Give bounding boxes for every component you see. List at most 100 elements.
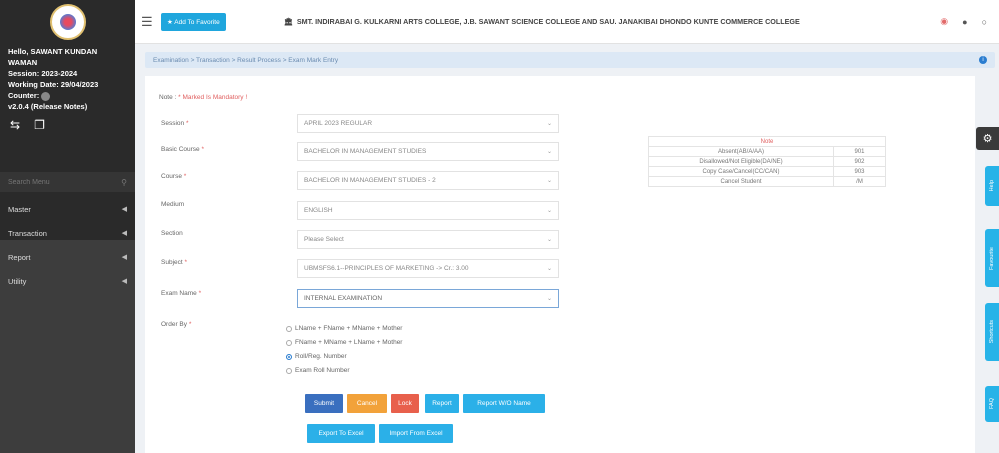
table-row: Absent(AB/A/AA) 901 — [648, 146, 886, 157]
medium-select[interactable]: ENGLISH ⌄ — [297, 201, 559, 220]
radio-button-selected[interactable] — [286, 353, 292, 360]
institution-icon: 🏛 — [283, 17, 293, 26]
radio-button[interactable] — [286, 339, 292, 346]
info-icon[interactable]: i — [979, 56, 987, 64]
sidebar-item-label: Utility — [8, 276, 27, 286]
session-select[interactable]: APRIL 2023 REGULAR ⌄ — [297, 114, 559, 133]
radio-label: Roll/Reg. Number — [295, 353, 347, 360]
section-select[interactable]: Please Select ⌄ — [297, 230, 559, 249]
report-button[interactable]: Report — [425, 394, 459, 413]
exam-mark-entry-panel: Note : * Marked Is Mandatory ! Session *… — [145, 76, 975, 453]
note-label: Absent(AB/A/AA) — [648, 146, 834, 157]
search-icon[interactable]: ⚲ — [121, 178, 127, 187]
note-code: 903 — [833, 166, 886, 177]
exam-name-select[interactable]: INTERNAL EXAMINATION ⌄ — [297, 289, 559, 308]
medium-label: Medium — [161, 201, 185, 208]
export-excel-button[interactable]: Export To Excel — [307, 424, 375, 443]
sidebar-item-label: Master — [8, 204, 31, 214]
shortcuts-tab[interactable]: Shortcuts — [985, 303, 999, 361]
breadcrumb: Examination > Transaction > Result Proce… — [145, 52, 995, 68]
basic-course-select[interactable]: BACHELOR IN MANAGEMENT STUDIES ⌄ — [297, 142, 559, 161]
settings-gear-icon[interactable]: ⚙ — [976, 127, 999, 150]
sidebar-item-master[interactable]: Master ◀ — [0, 197, 135, 221]
search-menu-input[interactable] — [8, 178, 108, 186]
chevron-down-icon: ⌄ — [546, 208, 552, 214]
shortcuts-tab-label: Shortcuts — [989, 320, 995, 344]
add-favorite-button[interactable]: ★ Add To Favorite — [161, 12, 226, 31]
faq-tab[interactable]: FAQ — [985, 386, 999, 422]
course-value: BACHELOR IN MANAGEMENT STUDIES - 2 — [304, 177, 436, 184]
sidebar-item-transaction[interactable]: Transaction ◀ — [0, 221, 135, 245]
refresh-icon[interactable]: ⇆ — [10, 118, 20, 132]
radio-label: Exam Roll Number — [295, 367, 350, 374]
course-label: Course * — [161, 173, 187, 180]
note-label: Copy Case/Cancel(CC/CAN) — [648, 166, 834, 177]
college-name: 🏛 SMT. INDIRABAI G. KULKARNI ARTS COLLEGE… — [284, 17, 800, 26]
caret-left-icon: ◀ — [121, 206, 127, 213]
help-tab[interactable]: Help — [985, 166, 999, 206]
table-row: Disallowed/Not Eligible(DA/NE) 902 — [648, 156, 886, 167]
mandatory-note: Note : * Marked Is Mandatory ! — [159, 94, 247, 101]
subject-select[interactable]: UBMSFS6.1--PRINCIPLES OF MARKETING -> Cr… — [297, 259, 559, 278]
table-row: Cancel Student/M — [648, 176, 886, 187]
caret-left-icon: ◀ — [121, 230, 127, 237]
submit-button[interactable]: Submit — [305, 394, 343, 413]
sidebar-item-utility[interactable]: Utility ◀ — [0, 269, 135, 293]
home-icon[interactable]: ● — [962, 17, 967, 27]
medium-value: ENGLISH — [304, 207, 333, 214]
hamburger-menu-icon[interactable]: ☰ — [141, 14, 155, 30]
note-label: Disallowed/Not Eligible(DA/NE) — [648, 156, 834, 167]
sidebar-item-label: Report — [8, 252, 31, 262]
session-label: Session * — [161, 120, 189, 127]
order-option-lname[interactable]: LName + FName + MName + Mother — [286, 325, 402, 332]
note-table-title: Note — [648, 136, 886, 147]
section-label: Section — [161, 230, 183, 237]
chevron-down-icon: ⌄ — [546, 149, 552, 155]
note-code: /M — [833, 176, 886, 187]
course-select[interactable]: BACHELOR IN MANAGEMENT STUDIES - 2 ⌄ — [297, 171, 559, 190]
document-icon[interactable]: ❐ — [34, 118, 45, 132]
note-table: Note Absent(AB/A/AA) 901 Disallowed/Not E… — [648, 136, 886, 187]
chevron-down-icon: ⌄ — [546, 121, 552, 127]
cancel-button[interactable]: Cancel — [347, 394, 387, 413]
order-option-fname[interactable]: FName + MName + LName + Mother — [286, 339, 402, 346]
exam-name-value: INTERNAL EXAMINATION — [304, 295, 383, 302]
radio-button[interactable] — [286, 367, 292, 374]
exam-name-label: Exam Name * — [161, 290, 202, 297]
radio-button[interactable] — [286, 325, 292, 332]
session-value: APRIL 2023 REGULAR — [304, 120, 373, 127]
release-notes-link[interactable]: v2.0.4 (Release Notes) — [8, 101, 127, 112]
help-tab-label: Help — [989, 180, 995, 192]
table-row: Copy Case/Cancel(CC/CAN) 903 — [648, 166, 886, 177]
lock-button[interactable]: Lock — [391, 394, 419, 413]
order-option-exam-roll[interactable]: Exam Roll Number — [286, 367, 350, 374]
note-code: 902 — [833, 156, 886, 167]
breadcrumb-text[interactable]: Examination > Transaction > Result Proce… — [153, 57, 338, 64]
faq-tab-label: FAQ — [989, 398, 995, 410]
sidebar-item-report[interactable]: Report ◀ — [0, 245, 135, 269]
notification-icon[interactable]: ◉ — [940, 16, 948, 27]
note-code: 901 — [833, 146, 886, 157]
sidebar-item-label: Transaction — [8, 228, 47, 238]
basic-course-value: BACHELOR IN MANAGEMENT STUDIES — [304, 148, 427, 155]
order-option-roll[interactable]: Roll/Reg. Number — [286, 353, 347, 360]
power-icon[interactable]: ○ — [982, 17, 987, 27]
top-bar: ☰ ★ Add To Favorite 🏛 SMT. INDIRABAI G. K… — [135, 0, 999, 44]
sidebar-menu: Master ◀ Transaction ◀ Report ◀ Utility ◀ — [0, 197, 135, 293]
report-wo-name-button[interactable]: Report W/O Name — [463, 394, 545, 413]
session-info: Session: 2023-2024 — [8, 69, 78, 78]
import-excel-button[interactable]: Import From Excel — [379, 424, 453, 443]
subject-value: UBMSFS6.1--PRINCIPLES OF MARKETING -> Cr… — [304, 265, 469, 272]
favourite-tab[interactable]: Favourite — [985, 229, 999, 287]
order-by-label: Order By * — [161, 321, 192, 328]
radio-label: FName + MName + LName + Mother — [295, 339, 403, 346]
basic-course-label: Basic Course * — [161, 146, 204, 153]
working-date: Working Date: 29/04/2023 — [8, 80, 99, 89]
counter-badge — [41, 91, 51, 101]
section-value: Please Select — [304, 236, 344, 243]
user-greeting: Hello, SAWANT KUNDAN WAMAN — [8, 47, 98, 67]
chevron-down-icon: ⌄ — [546, 266, 552, 272]
college-name-text: SMT. INDIRABAI G. KULKARNI ARTS COLLEGE,… — [296, 17, 800, 26]
chevron-down-icon: ⌄ — [546, 296, 552, 302]
note-label: Cancel Student — [648, 176, 834, 187]
